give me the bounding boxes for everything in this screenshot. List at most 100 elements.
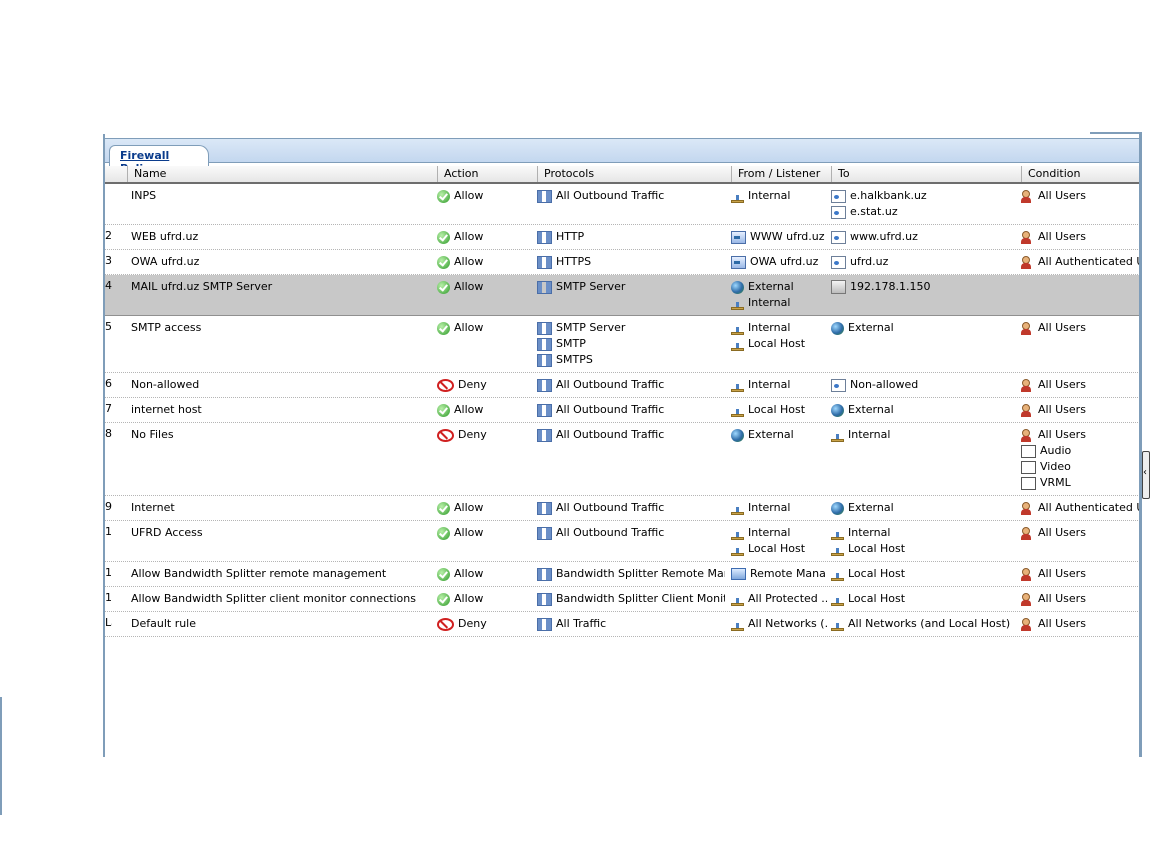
rule-order-number: 2 [105, 229, 112, 242]
cell-item-text: Allow [454, 321, 484, 334]
globe-icon [731, 280, 744, 294]
collapse-task-pane-button[interactable]: ‹ [1142, 451, 1150, 499]
web-page-icon [831, 230, 846, 244]
network-icon [731, 531, 744, 540]
cell-item-text: Non-allowed [850, 378, 919, 391]
header-order[interactable] [105, 166, 127, 182]
policy-rule-row[interactable]: 11 Allow Bandwidth Splitter remote manage… [105, 562, 1140, 587]
cell-item: All Users [1021, 591, 1141, 607]
policy-rule-row[interactable]: 5 SMTP access Allow SMTP Server SMTP SMTPS Int… [105, 316, 1140, 373]
network-icon [831, 572, 844, 581]
cell-item-text: www.ufrd.uz [850, 230, 918, 243]
cell-item-text: SMTPS [556, 353, 593, 366]
header-name[interactable]: Name [127, 166, 434, 182]
web-listener-icon [731, 255, 746, 269]
rule-order-number: 10 [105, 525, 112, 538]
allow-icon [437, 403, 450, 417]
protocol-icon [537, 189, 552, 203]
rule-from-cell: WWW ufrd.uz [731, 229, 827, 245]
rule-from-cell: Local Host [731, 402, 827, 418]
cell-item: Non-allowed [831, 377, 1017, 393]
policy-rule-row[interactable]: 7 internet host Allow All Outbound Traffic L… [105, 398, 1140, 423]
rule-to-cell: e.halkbank.uz e.stat.uz [831, 188, 1017, 220]
tab-firewall-policy[interactable]: Firewall Policy [109, 145, 209, 175]
globe-icon [831, 321, 844, 335]
cell-item-text: WWW ufrd.uz [750, 230, 825, 243]
cell-item: Local Host [831, 541, 1017, 557]
cell-item: All Authenticated Use [1021, 254, 1141, 270]
rule-from-cell: Internal Local Host [731, 320, 827, 352]
cell-item-text: Internal [748, 501, 791, 514]
header-condition[interactable]: Condition [1021, 166, 1141, 182]
rule-to-cell: All Networks (and Local Host) [831, 616, 1017, 632]
users-icon [1021, 526, 1034, 540]
cell-item-text: All Authenticated Use [1038, 501, 1141, 514]
users-icon [1021, 189, 1034, 203]
cell-item-text: Deny [458, 428, 487, 441]
cell-item-text: Internal [748, 526, 791, 539]
header-action[interactable]: Action [437, 166, 538, 182]
cell-item-text: All Outbound Traffic [556, 501, 665, 514]
rule-action: Allow [437, 402, 531, 418]
rule-protocols-cell: HTTPS [537, 254, 725, 270]
protocol-icon [537, 526, 552, 540]
cell-item: All Users [1021, 616, 1141, 632]
cell-item: Allow [437, 279, 531, 295]
cell-item-text: Local Host [848, 542, 906, 555]
cell-item-text: Internal [748, 296, 791, 309]
cell-item-text: VRML [1040, 476, 1071, 489]
cell-item-text: All Users [1038, 321, 1086, 334]
rule-order-number: 7 [105, 402, 112, 415]
rule-to-cell: External [831, 500, 1017, 516]
protocol-icon [537, 255, 552, 269]
allow-icon [437, 255, 450, 269]
policy-rule-row[interactable]: INPS Allow All Outbound Traffic Internal e.h… [105, 184, 1140, 225]
network-icon [731, 383, 744, 392]
document-icon [1021, 444, 1036, 458]
cell-item: All Users [1021, 566, 1141, 582]
policy-rule-row[interactable]: 6 Non-allowed Deny All Outbound Traffic Inte… [105, 373, 1140, 398]
rule-protocols-cell: SMTP Server SMTP SMTPS [537, 320, 725, 368]
header-protocols[interactable]: Protocols [537, 166, 730, 182]
rule-protocols-cell: Bandwidth Splitter Remote Manag... [537, 566, 725, 582]
rule-from-cell: All Protected ... [731, 591, 827, 607]
cell-item: Internal [831, 427, 1017, 443]
cell-item: All Outbound Traffic [537, 377, 725, 393]
cell-item-text: External [848, 501, 894, 514]
network-icon [731, 326, 744, 335]
rule-condition-cell: All Users [1021, 591, 1141, 607]
users-icon [1021, 255, 1034, 269]
allow-icon [437, 230, 450, 244]
policy-rule-row[interactable]: 2 WEB ufrd.uz Allow HTTP WWW ufrd.uz www.ufrd… [105, 225, 1140, 250]
policy-rule-row[interactable]: 12 Allow Bandwidth Splitter client monito… [105, 587, 1140, 612]
window-edge-line [0, 697, 2, 815]
cell-item-text: Local Host [848, 592, 906, 605]
cell-item-text: Internal [848, 526, 891, 539]
rule-action: Allow [437, 566, 531, 582]
rule-to-cell: Local Host [831, 566, 1017, 582]
rule-action: Allow [437, 525, 531, 541]
cell-item: ufrd.uz [831, 254, 1017, 270]
users-icon [1021, 403, 1034, 417]
allow-icon [437, 189, 450, 203]
cell-item-text: All Users [1038, 403, 1086, 416]
deny-icon [437, 378, 454, 392]
cell-item: Allow [437, 525, 531, 541]
policy-rule-row[interactable]: 10 UFRD Access Allow All Outbound Traffic In… [105, 521, 1140, 562]
cell-item: All Authenticated Use [1021, 500, 1141, 516]
cell-item-text: Allow [454, 526, 484, 539]
cell-item: All Users [1021, 377, 1141, 393]
globe-icon [831, 403, 844, 417]
header-from-listener[interactable]: From / Listener [731, 166, 832, 182]
header-to[interactable]: To [831, 166, 1022, 182]
cell-item-text: OWA ufrd.uz [750, 255, 819, 268]
users-icon [1021, 501, 1034, 515]
policy-rule-row[interactable]: 4 MAIL ufrd.uz SMTP Server Allow SMTP Serve… [105, 275, 1140, 316]
policy-rule-row[interactable]: 9 Internet Allow All Outbound Traffic Intern… [105, 496, 1141, 521]
network-icon [731, 506, 744, 515]
policy-rule-row[interactable]: Last Default rule Deny All Traffic All Netwo… [105, 612, 1140, 637]
rule-condition-cell: All Users [1021, 566, 1141, 582]
network-icon [831, 433, 844, 442]
policy-rule-row[interactable]: 8 No Files Deny All Outbound Traffic Externa… [105, 423, 1140, 496]
policy-rule-row[interactable]: 3 OWA ufrd.uz Allow HTTPS OWA ufrd.uz ufrd.uz… [105, 250, 1141, 275]
